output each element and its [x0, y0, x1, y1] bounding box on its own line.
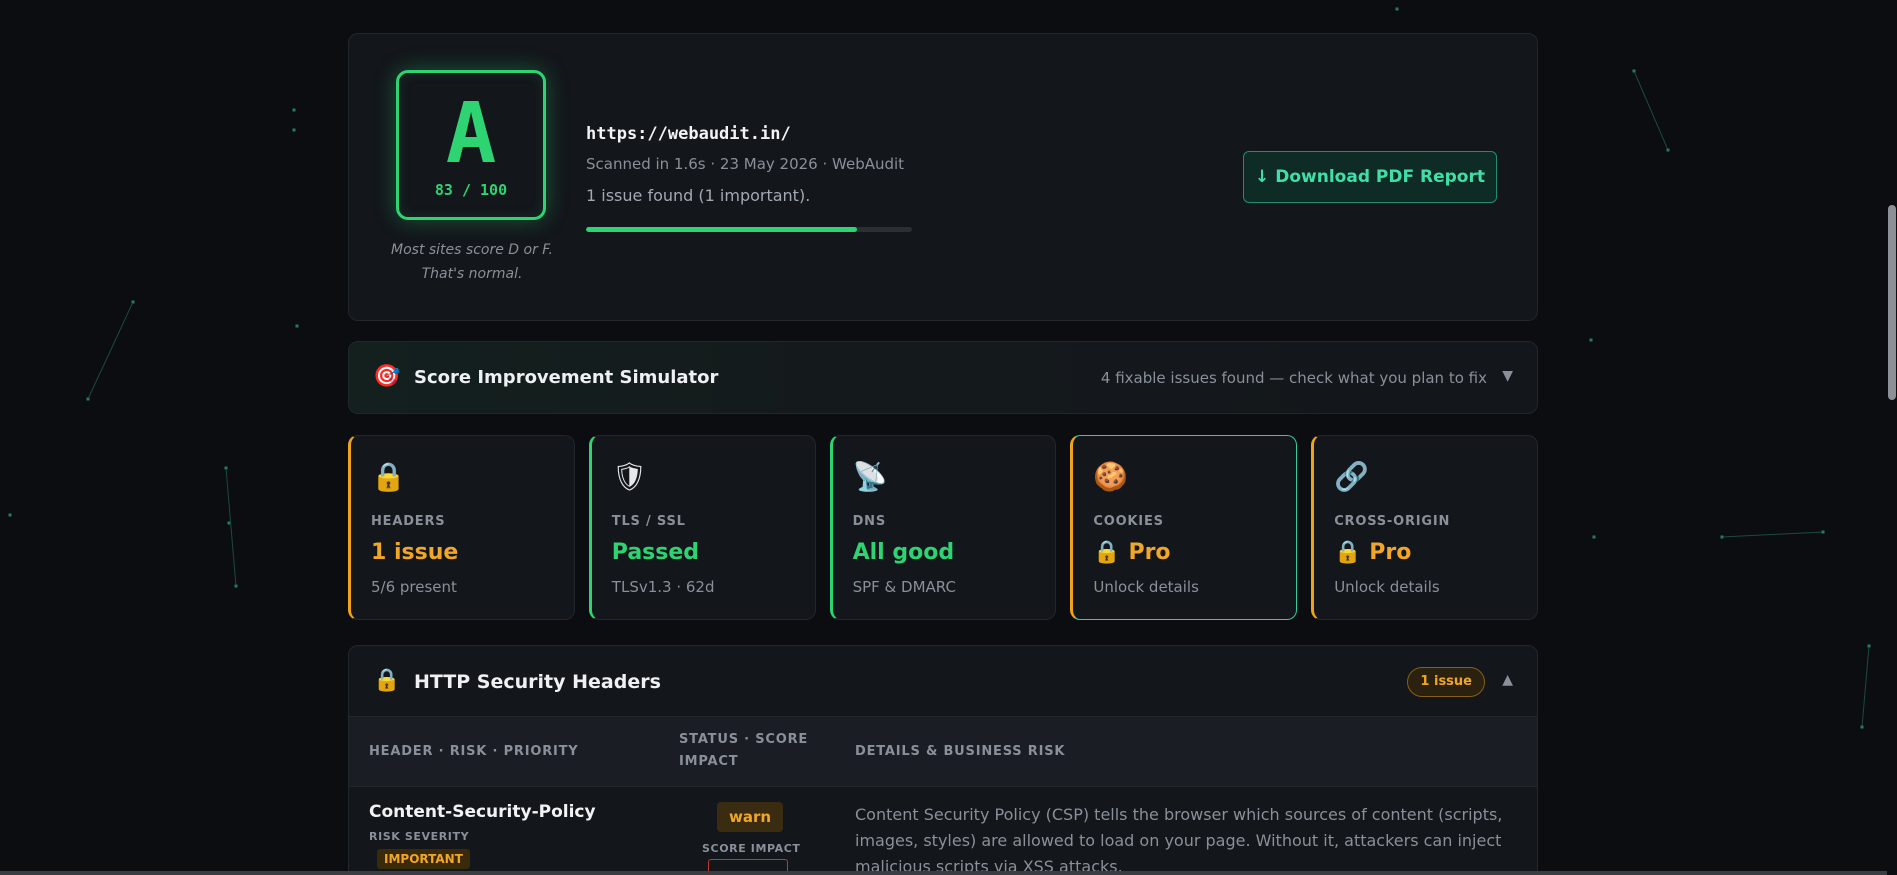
- status-badge: warn: [717, 802, 784, 832]
- issue-summary: 1 issue found (1 important).: [586, 186, 811, 205]
- link-icon: 🔗: [1334, 460, 1370, 493]
- grade-letter: A: [445, 84, 497, 182]
- category-label: COOKIES: [1093, 514, 1164, 529]
- category-sub: Unlock details: [1093, 578, 1199, 596]
- target-icon: 🎯: [373, 364, 401, 389]
- table-header: HEADER · RISK · PRIORITY STATUS · SCORE …: [349, 716, 1537, 787]
- header-name: Content-Security-Policy: [369, 802, 596, 822]
- cookie-icon: 🍪: [1093, 460, 1129, 493]
- risk-severity-label: RISK SEVERITY: [369, 830, 470, 843]
- scan-meta: Scanned in 1.6s · 23 May 2026 · WebAudit: [586, 155, 905, 173]
- category-card-cookies[interactable]: 🍪 COOKIES 🔒 Pro Unlock details: [1070, 435, 1298, 620]
- score-simulator-toggle[interactable]: 🎯 Score Improvement Simulator 4 fixable …: [348, 341, 1538, 414]
- priority-badge: IMPORTANT: [377, 849, 470, 869]
- arrow-down-icon: ↓: [1255, 167, 1270, 187]
- details-text: Content Security Policy (CSP) tells the …: [855, 805, 1503, 875]
- category-sub: Unlock details: [1334, 578, 1440, 596]
- category-card-cross-origin[interactable]: 🔗 CROSS-ORIGIN 🔒 Pro Unlock details: [1311, 435, 1538, 620]
- scrollbar-thumb[interactable]: [1888, 205, 1896, 400]
- score-summary-card: A 83 / 100 Most sites score D or F. That…: [348, 33, 1538, 321]
- category-value: 🔒 Pro: [1093, 540, 1171, 565]
- satellite-dish-icon: 📡: [852, 460, 888, 493]
- table-row: Content-Security-Policy RISK SEVERITY IM…: [349, 787, 1537, 875]
- scrollbar-track[interactable]: [1887, 0, 1897, 875]
- column-header: HEADER · RISK · PRIORITY: [369, 744, 579, 759]
- grade-note: Most sites score D or F. That's normal.: [391, 242, 553, 282]
- simulator-title: Score Improvement Simulator: [414, 367, 719, 388]
- shield-icon: 🛡: [611, 460, 648, 493]
- category-sub: 5/6 present: [371, 578, 457, 596]
- chevron-up-icon[interactable]: ▲: [1502, 672, 1513, 688]
- horizontal-scrollbar[interactable]: [0, 871, 1887, 875]
- score-impact-label: SCORE IMPACT: [702, 842, 801, 855]
- download-pdf-button[interactable]: ↓ Download PDF Report: [1243, 151, 1497, 203]
- score-value: 83 / 100: [434, 181, 508, 199]
- issue-count-badge: 1 issue: [1407, 667, 1485, 697]
- simulator-hint: 4 fixable issues found — check what you …: [1100, 369, 1487, 387]
- category-card-dns[interactable]: 📡 DNS All good SPF & DMARC: [829, 435, 1057, 620]
- column-header: STATUS · SCORE IMPACT: [679, 732, 809, 769]
- category-sub: SPF & DMARC: [852, 578, 956, 596]
- section-header[interactable]: 🔒 HTTP Security Headers 1 issue ▲: [349, 646, 1537, 716]
- category-value: 1 issue: [371, 540, 459, 565]
- category-value: Passed: [611, 540, 700, 565]
- category-card-tls[interactable]: 🛡 TLS / SSL Passed TLSv1.3 · 62d: [588, 435, 816, 620]
- category-cards: 🔒 HEADERS 1 issue 5/6 present 🛡 TLS / SS…: [348, 435, 1538, 620]
- lock-icon: 🔒: [373, 668, 401, 693]
- chevron-down-icon: ▼: [1502, 368, 1513, 384]
- category-value: 🔒 Pro: [1334, 540, 1412, 565]
- category-card-headers[interactable]: 🔒 HEADERS 1 issue 5/6 present: [348, 435, 575, 620]
- download-pdf-label: Download PDF Report: [1275, 167, 1485, 187]
- section-title: HTTP Security Headers: [414, 671, 661, 693]
- category-label: TLS / SSL: [611, 514, 686, 529]
- category-label: DNS: [852, 514, 887, 529]
- score-progress-fill: [586, 227, 857, 232]
- category-value: All good: [852, 540, 955, 565]
- http-headers-section: 🔒 HTTP Security Headers 1 issue ▲ HEADER…: [348, 645, 1538, 875]
- score-progress-bar: [586, 227, 912, 232]
- lock-icon: 🔒: [371, 460, 406, 493]
- column-header: DETAILS & BUSINESS RISK: [855, 744, 1066, 759]
- scanned-url: https://webaudit.in/: [586, 124, 791, 144]
- category-label: HEADERS: [371, 514, 446, 529]
- category-label: CROSS-ORIGIN: [1334, 514, 1451, 529]
- grade-badge: A 83 / 100: [396, 70, 546, 220]
- category-sub: TLSv1.3 · 62d: [611, 578, 715, 596]
